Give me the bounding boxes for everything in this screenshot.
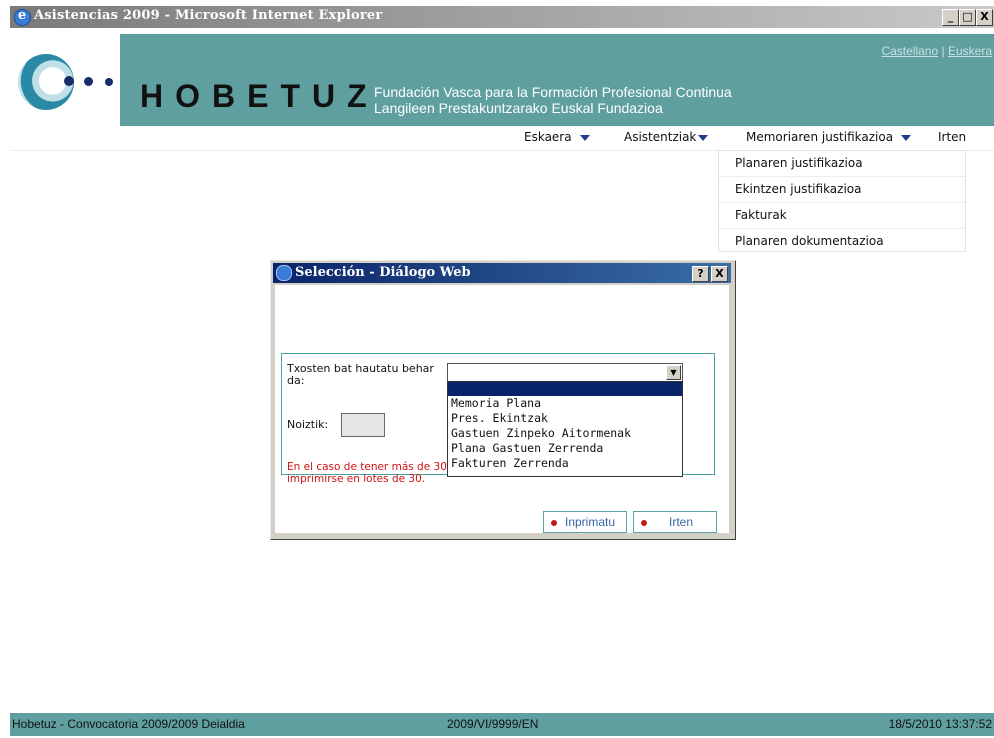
batch-warning-line2: imprimirse en lotes de 30. xyxy=(287,473,426,485)
logo-dot-icon xyxy=(105,78,113,86)
minimize-button[interactable]: _ xyxy=(942,9,959,26)
option-fakturen-zerrenda[interactable]: Fakturen Zerrenda xyxy=(448,456,682,471)
batch-warning-line1: En el caso de tener más de 30 xyxy=(287,461,447,473)
dropdown-item-ekintzen-justifikazioa[interactable]: Ekintzen justifikazioa xyxy=(719,177,965,203)
menu-eskaera[interactable]: Eskaera xyxy=(524,130,590,144)
menu-asistentziak-label: Asistentziak xyxy=(624,130,697,144)
lang-separator: | xyxy=(941,44,945,58)
browser-window: Asistencias 2009 - Microsoft Internet Ex… xyxy=(10,6,994,738)
option-memoria-plana[interactable]: Memoria Plana xyxy=(448,396,682,411)
brand-subtitle-es: Fundación Vasca para la Formación Profes… xyxy=(374,84,732,100)
language-switcher: Castellano | Euskera xyxy=(881,44,992,58)
chevron-down-icon xyxy=(901,134,912,141)
seleccion-dialog: Selección - Diálogo Web ? X Txosten bat … xyxy=(270,260,736,540)
site-header: HOBETUZ Fundación Vasca para la Formació… xyxy=(10,34,994,126)
dropdown-item-fakturak[interactable]: Fakturak xyxy=(719,203,965,229)
lang-euskera-link[interactable]: Euskera xyxy=(948,44,992,58)
bullet-icon xyxy=(641,519,647,526)
option-gastuen-zinpeko-aitormenak[interactable]: Gastuen Zinpeko Aitormenak xyxy=(448,426,682,441)
menu-memoriaren-label: Memoriaren justifikazioa xyxy=(746,130,894,144)
status-datetime: 18/5/2010 13:37:52 xyxy=(888,717,992,731)
status-bar: Hobetuz - Convocatoria 2009/2009 Deialdi… xyxy=(10,713,994,736)
memoriaren-dropdown-menu: Planaren justifikazioa Ekintzen justifik… xyxy=(718,150,966,252)
close-button[interactable]: X xyxy=(976,9,993,26)
window-titlebar[interactable]: Asistencias 2009 - Microsoft Internet Ex… xyxy=(10,6,994,28)
batch-warning: En el caso de tener más de 30 imprimirse… xyxy=(287,461,447,485)
option-plana-gastuen-zerrenda[interactable]: Plana Gastuen Zerrenda xyxy=(448,441,682,456)
main-menu: Eskaera Asistentziak Memoriaren justifik… xyxy=(10,126,994,151)
brand-subtitle-eu: Langileen Prestakuntzarako Euskal Fundaz… xyxy=(374,100,663,116)
dropdown-item-planaren-dokumentazioa[interactable]: Planaren dokumentazioa xyxy=(719,229,965,254)
noiztik-input[interactable] xyxy=(341,413,385,437)
dropdown-item-planaren-justifikazioa[interactable]: Planaren justifikazioa xyxy=(719,151,965,177)
menu-eskaera-label: Eskaera xyxy=(524,130,572,144)
maximize-button[interactable]: □ xyxy=(959,9,976,26)
ie-icon xyxy=(14,8,31,26)
report-select[interactable]: ▼ xyxy=(447,363,683,382)
irten-button[interactable]: Irten xyxy=(633,511,717,533)
option-pres-ekintzak[interactable]: Pres. Ekintzak xyxy=(448,411,682,426)
ie-icon xyxy=(276,265,292,281)
status-left: Hobetuz - Convocatoria 2009/2009 Deialdi… xyxy=(12,717,245,731)
dialog-titlebar[interactable]: Selección - Diálogo Web ? X xyxy=(273,263,731,283)
menu-asistentziak[interactable]: Asistentziak xyxy=(624,130,709,144)
chevron-down-icon[interactable]: ▼ xyxy=(666,365,681,380)
logo-dot-icon xyxy=(64,76,74,86)
chevron-down-icon xyxy=(698,134,709,141)
lang-castellano-link[interactable]: Castellano xyxy=(881,44,938,58)
inprimatu-button[interactable]: Inprimatu xyxy=(543,511,627,533)
logo-dot-icon xyxy=(84,77,93,86)
chevron-down-icon xyxy=(579,134,590,141)
window-title: Asistencias 2009 - Microsoft Internet Ex… xyxy=(34,8,383,23)
help-button[interactable]: ? xyxy=(692,266,709,282)
inprimatu-label: Inprimatu xyxy=(565,515,616,529)
dialog-close-button[interactable]: X xyxy=(711,266,728,282)
menu-irten[interactable]: Irten xyxy=(938,130,966,144)
noiztik-label: Noiztik: xyxy=(287,418,329,431)
brand-name: HOBETUZ xyxy=(140,78,379,114)
status-center: 2009/VI/9999/EN xyxy=(447,717,539,731)
txosten-label: Txosten bat hautatu behar da: xyxy=(287,362,434,387)
dialog-title: Selección - Diálogo Web xyxy=(295,265,471,280)
dialog-body: Txosten bat hautatu behar da: ▼ Memoria … xyxy=(275,285,729,533)
menu-memoriaren-justifikazioa[interactable]: Memoriaren justifikazioa xyxy=(746,130,912,144)
bullet-icon xyxy=(551,519,557,526)
report-options-list: Memoria Plana Pres. Ekintzak Gastuen Zin… xyxy=(447,381,683,477)
logo-area xyxy=(10,34,120,126)
irten-label: Irten xyxy=(669,515,694,529)
highlighted-blank-option[interactable] xyxy=(448,382,682,396)
